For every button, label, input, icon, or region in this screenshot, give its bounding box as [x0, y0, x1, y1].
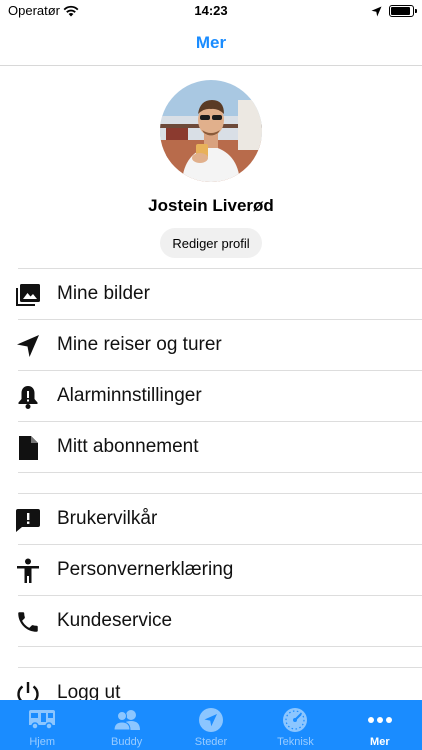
tab-buddy[interactable]: Buddy: [84, 700, 168, 750]
profile-name: Jostein Liverød: [148, 196, 274, 215]
tab-hjem[interactable]: Hjem: [0, 700, 84, 750]
tab-teknisk[interactable]: Teknisk: [253, 700, 337, 750]
page-title: Mer: [195, 33, 227, 52]
tab-steder[interactable]: Steder: [169, 700, 253, 750]
clock-label: 14:23: [194, 3, 228, 18]
menu-item-label: Kundeservice: [57, 610, 173, 631]
avatar: [160, 80, 262, 182]
tab-bar: Hjem Buddy Steder Teknisk Mer: [0, 700, 422, 750]
location-arrow-icon: [371, 4, 382, 22]
tab-label: Steder: [194, 736, 228, 748]
menu-item-mine-bilder[interactable]: Mine bilder: [0, 269, 422, 319]
profile-header: Jostein Liverød Rediger profil: [0, 66, 422, 268]
battery-icon: [389, 5, 417, 17]
navigation-circle-icon: [196, 705, 226, 735]
photo-library-icon: [14, 281, 42, 309]
tab-mer[interactable]: Mer: [338, 700, 422, 750]
feedback-icon: [14, 506, 42, 534]
menu-item-alarminnstillinger[interactable]: Alarminnstillinger: [0, 371, 422, 421]
tab-label: Hjem: [29, 736, 56, 748]
phone-icon: [14, 608, 42, 636]
menu-item-personvernerklaering[interactable]: Personvernerklæring: [0, 545, 422, 595]
camper-icon: [27, 705, 57, 735]
menu-item-label: Mitt abonnement: [57, 436, 199, 457]
navigation-bar: Mer: [0, 22, 422, 66]
people-icon: [112, 705, 142, 735]
bell-icon: [14, 383, 42, 411]
document-icon: [14, 434, 42, 462]
menu-list: Mine bilder Mine reiser og turer Alarmin…: [0, 268, 422, 718]
tab-label: Mer: [370, 736, 390, 748]
menu-item-label: Brukervilkår: [57, 508, 158, 529]
speedometer-icon: [280, 705, 310, 735]
menu-item-mitt-abonnement[interactable]: Mitt abonnement: [0, 422, 422, 472]
tab-label: Teknisk: [277, 736, 314, 748]
menu-item-mine-reiser[interactable]: Mine reiser og turer: [0, 320, 422, 370]
edit-profile-button[interactable]: Rediger profil: [160, 228, 262, 258]
menu-item-label: Mine reiser og turer: [57, 334, 222, 355]
menu-item-label: Mine bilder: [57, 283, 150, 304]
tab-label: Buddy: [111, 736, 143, 748]
menu-item-label: Personvernerklæring: [57, 559, 234, 580]
status-bar: Operatør 14:23: [0, 0, 422, 22]
accessibility-icon: [14, 557, 42, 585]
navigation-arrow-icon: [14, 332, 42, 360]
more-dots-icon: [365, 705, 395, 735]
menu-item-brukervilkar[interactable]: Brukervilkår: [0, 494, 422, 544]
menu-item-label: Alarminnstillinger: [57, 385, 202, 406]
menu-item-kundeservice[interactable]: Kundeservice: [0, 596, 422, 646]
